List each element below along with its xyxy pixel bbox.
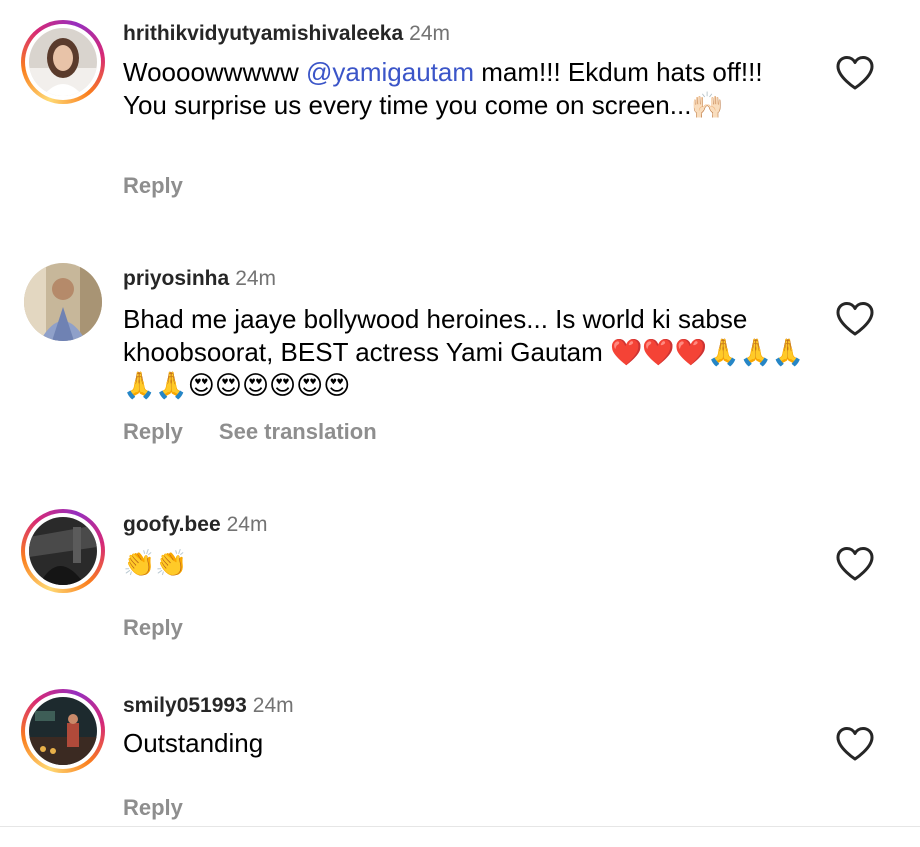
divider xyxy=(0,826,920,827)
avatar-photo xyxy=(29,697,97,765)
comment-username[interactable]: smily051993 xyxy=(123,694,247,717)
comment-text: Bhad me jaaye bollywood heroines... Is w… xyxy=(123,304,805,400)
avatar[interactable] xyxy=(21,20,105,104)
comment-meta: goofy.bee 24m xyxy=(123,512,267,538)
comment-username[interactable]: priyosinha xyxy=(123,267,229,290)
comment-text: 👏👏 xyxy=(123,548,188,578)
heart-outline-icon[interactable] xyxy=(835,301,875,337)
avatar-ring-gap xyxy=(25,513,101,589)
heart-outline-icon[interactable] xyxy=(835,546,875,582)
avatar-photo xyxy=(29,517,97,585)
reply-button[interactable]: Reply xyxy=(123,173,183,198)
see-translation-button[interactable]: See translation xyxy=(219,419,377,444)
comment-timestamp: 24m xyxy=(235,267,277,290)
heart-outline-icon[interactable] xyxy=(835,55,875,91)
avatar[interactable] xyxy=(21,689,105,773)
comment-timestamp: 24m xyxy=(226,513,268,536)
comment-text: Outstanding xyxy=(123,728,264,758)
comment-username[interactable]: goofy.bee xyxy=(123,513,221,536)
comment-meta: smily051993 24m xyxy=(123,693,294,719)
avatar-ring-gap xyxy=(25,693,101,769)
comment-timestamp: 24m xyxy=(252,694,294,717)
comment-text: Woooowwwww @yamigautam mam!!! Ekdum hats… xyxy=(123,56,813,122)
comment-timestamp: 24m xyxy=(409,22,450,45)
mention-link[interactable]: @yamigautam xyxy=(306,57,474,87)
comment-text-start: Woooowwwww xyxy=(123,57,307,87)
reply-button[interactable]: Reply xyxy=(123,615,183,640)
avatar-photo xyxy=(29,28,97,96)
comment-actions: Reply xyxy=(123,614,183,642)
heart-outline-icon[interactable] xyxy=(835,726,875,762)
avatar[interactable] xyxy=(21,509,105,593)
comment-meta: priyosinha 24m xyxy=(123,266,276,292)
comment-actions: Reply See translation xyxy=(123,418,377,446)
reply-button[interactable]: Reply xyxy=(123,795,183,820)
avatar-ring-gap xyxy=(25,24,101,100)
avatar[interactable] xyxy=(24,263,102,341)
comment-username[interactable]: hrithikvidyutyamishivaleeka xyxy=(123,22,403,45)
comment-actions: Reply xyxy=(123,172,183,200)
reply-button[interactable]: Reply xyxy=(123,419,183,444)
comment-meta: hrithikvidyutyamishivaleeka 24m xyxy=(123,21,450,47)
comment-actions: Reply xyxy=(123,794,183,822)
